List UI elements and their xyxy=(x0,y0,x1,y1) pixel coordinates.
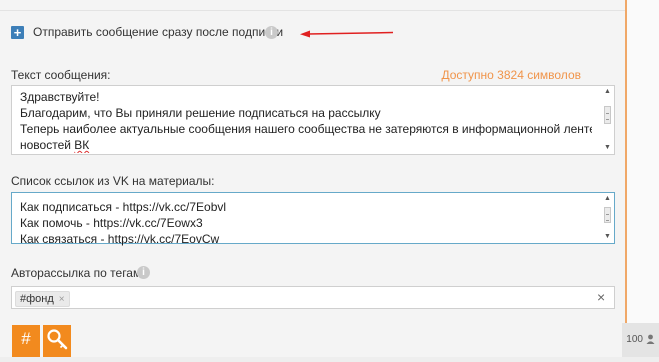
tags-input[interactable] xyxy=(11,286,615,309)
scroll-down-icon[interactable]: ▼ xyxy=(603,144,612,152)
message-line: новостей ВК xyxy=(20,137,592,153)
red-arrow-annotation xyxy=(300,30,394,38)
scroll-up-icon[interactable]: ▲ xyxy=(603,195,612,203)
subscriber-counter: 100 xyxy=(622,323,659,357)
info-icon[interactable]: i xyxy=(137,266,150,279)
link-line: Как подписаться - https://vk.cc/7Eobvl xyxy=(20,200,227,214)
tag-chip: #фонд × xyxy=(15,291,70,307)
right-panel-edge xyxy=(625,0,659,357)
char-counter: Доступно 3824 символов xyxy=(441,68,581,82)
links-label: Список ссылок из VK на материалы: xyxy=(11,174,215,188)
links-scrollbar[interactable]: ▲ ▼ xyxy=(603,195,612,241)
search-key-icon xyxy=(47,329,68,350)
hash-button[interactable]: # xyxy=(12,325,40,357)
link-line: Как помочь - https://vk.cc/7Eowx3 xyxy=(20,216,203,230)
divider xyxy=(0,10,625,11)
expand-plus-button[interactable]: + xyxy=(11,26,24,39)
tag-chip-label: #фонд xyxy=(20,293,54,305)
tags-label: Авторассылка по тегам xyxy=(11,266,142,280)
scroll-thumb[interactable] xyxy=(604,207,611,223)
scroll-up-icon[interactable]: ▲ xyxy=(603,88,612,96)
search-key-button[interactable] xyxy=(43,325,71,357)
message-line: Здравствуйте! xyxy=(20,90,100,104)
message-scrollbar[interactable]: ▲ ▼ xyxy=(603,88,612,152)
message-label: Текст сообщения: xyxy=(11,68,111,82)
message-line: Благодарим, что Вы приняли решение подпи… xyxy=(20,106,381,120)
clear-tags-icon[interactable]: × xyxy=(597,289,605,305)
info-icon[interactable]: i xyxy=(265,26,278,39)
scroll-thumb[interactable] xyxy=(604,106,611,124)
message-textarea[interactable]: Здравствуйте! Благодарим, что Вы приняли… xyxy=(11,85,615,155)
send-after-subscribe-label[interactable]: Отправить сообщение сразу после подписки xyxy=(33,25,283,39)
scroll-down-icon[interactable]: ▼ xyxy=(603,233,612,241)
message-line-text: новостей xyxy=(20,138,75,152)
link-line: Как связаться - https://vk.cc/7EovCw xyxy=(20,232,220,246)
subscriber-count: 100 xyxy=(626,334,643,345)
form-panel: + Отправить сообщение сразу после подпис… xyxy=(0,0,625,357)
message-line: Теперь наиболее актуальные сообщения наш… xyxy=(20,122,592,136)
links-textarea[interactable]: Как подписаться - https://vk.cc/7Eobvl К… xyxy=(11,192,615,246)
tag-remove-icon[interactable]: × xyxy=(59,294,65,305)
misspelled-word: ВК xyxy=(74,138,90,152)
user-icon xyxy=(646,334,655,345)
